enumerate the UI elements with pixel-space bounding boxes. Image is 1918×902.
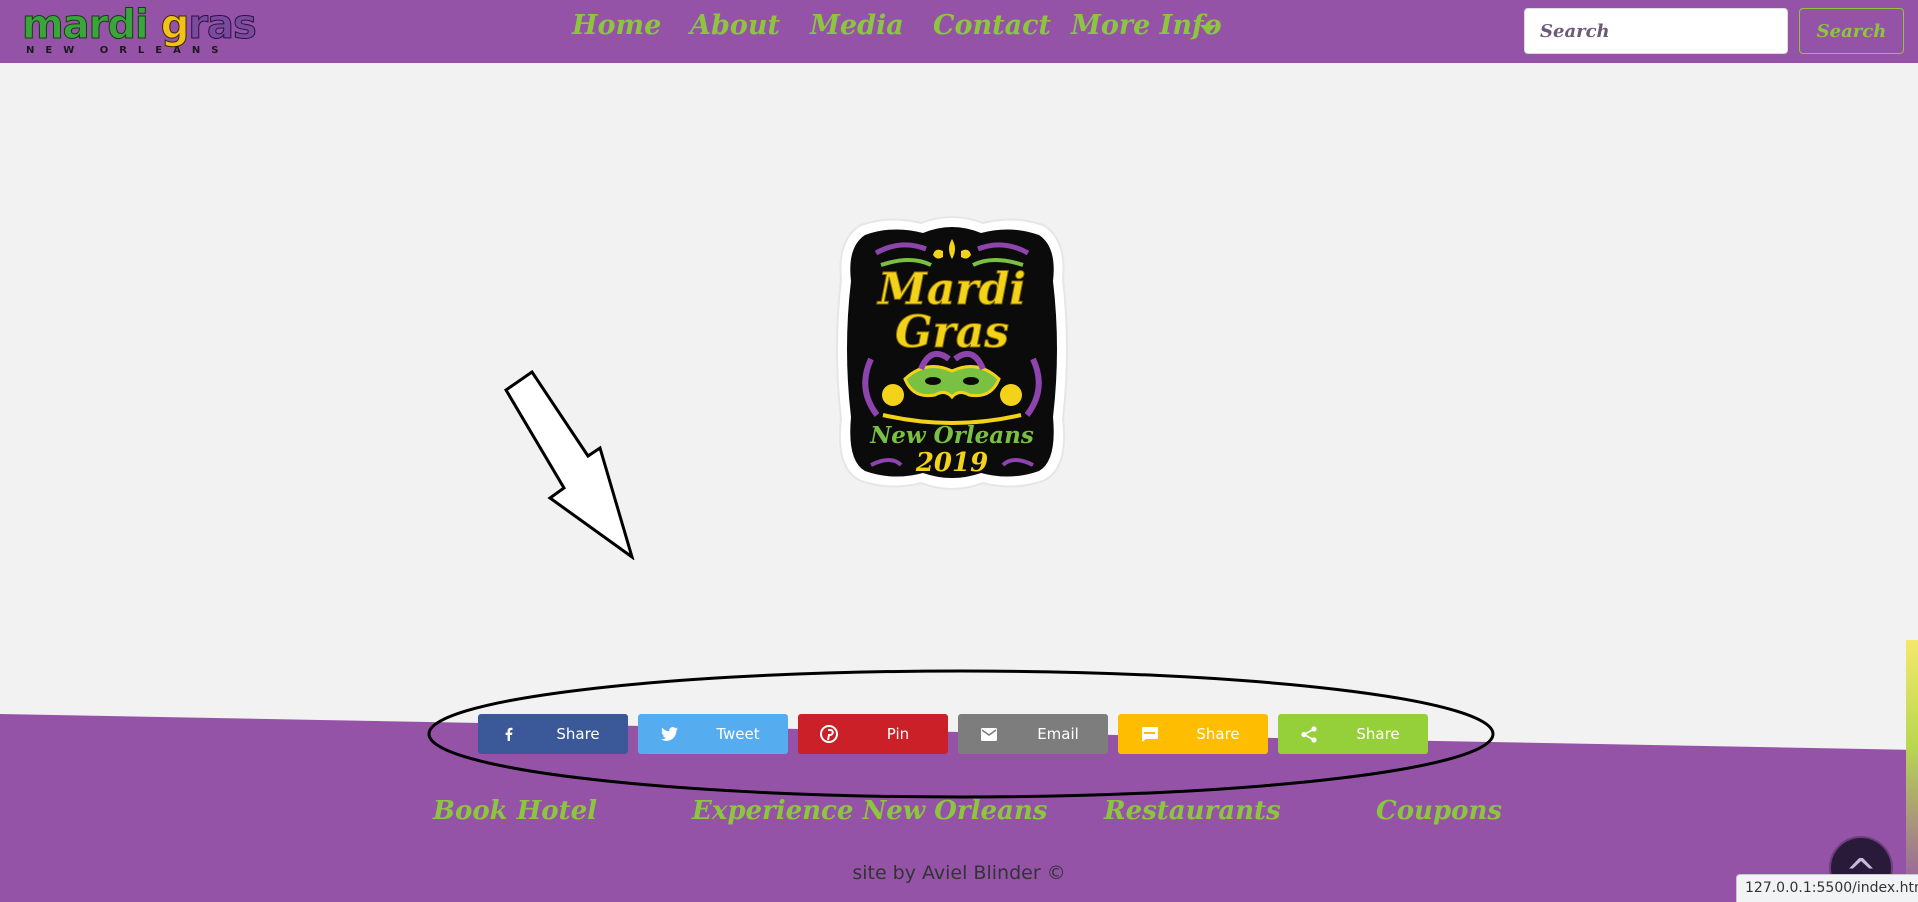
logo-year: 2019: [915, 448, 988, 478]
nav-home[interactable]: Home: [572, 10, 661, 41]
nav-media[interactable]: Media: [810, 10, 904, 41]
logo-subtitle: New Orleans: [869, 422, 1034, 449]
share-facebook-label: Share: [556, 725, 600, 743]
sms-icon: [1140, 725, 1158, 743]
footer-link-coupons[interactable]: Coupons: [1376, 796, 1502, 826]
annotation-arrow-icon: [503, 370, 635, 560]
share-sms-label: Share: [1196, 725, 1240, 743]
nav-contact[interactable]: Contact: [933, 10, 1051, 41]
email-icon: [980, 725, 998, 743]
brand-logo[interactable]: mardi gras NEW ORLEANS: [22, 2, 258, 58]
share-icon: [1300, 725, 1318, 743]
share-pinterest-label: Pin: [886, 725, 910, 743]
share-twitter-button[interactable]: Tweet: [638, 714, 788, 754]
facebook-icon: [500, 725, 518, 743]
brand-subtitle: NEW ORLEANS: [26, 45, 230, 56]
share-sms-button[interactable]: Share: [1118, 714, 1268, 754]
share-facebook-button[interactable]: Share: [478, 714, 628, 754]
share-email-label: Email: [1037, 725, 1079, 743]
share-twitter-label: Tweet: [716, 725, 760, 743]
share-generic-button[interactable]: Share: [1278, 714, 1428, 754]
twitter-icon: [660, 725, 678, 743]
footer-link-book-hotel[interactable]: Book Hotel: [433, 796, 597, 826]
footer-link-experience-new-orleans[interactable]: Experience New Orleans: [692, 796, 1047, 826]
mardi-gras-2019-logo: Mardi Gras New Orleans 2019: [836, 216, 1068, 490]
search-button[interactable]: Search: [1799, 8, 1904, 54]
footer-link-restaurants[interactable]: Restaurants: [1104, 796, 1281, 826]
pinterest-icon: [820, 725, 838, 743]
caret-down-icon[interactable]: [1200, 25, 1216, 34]
brand-wordmark: mardi gras: [22, 2, 258, 49]
share-pinterest-button[interactable]: Pin: [798, 714, 948, 754]
status-bar-url: 127.0.0.1:5500/index.html: [1736, 874, 1918, 902]
share-generic-label: Share: [1356, 725, 1400, 743]
share-email-button[interactable]: Email: [958, 714, 1108, 754]
logo-title-line2: Gras: [895, 307, 1009, 358]
search-input[interactable]: [1524, 8, 1788, 54]
site-credit: site by Aviel Blinder ©: [852, 862, 1066, 884]
share-buttons-row: Share Tweet Pin Email Share Share: [478, 714, 1428, 754]
nav-more-info[interactable]: More Info: [1071, 10, 1222, 41]
nav-about[interactable]: About: [690, 10, 780, 41]
navbar: mardi gras NEW ORLEANS Home About Media …: [0, 0, 1918, 63]
